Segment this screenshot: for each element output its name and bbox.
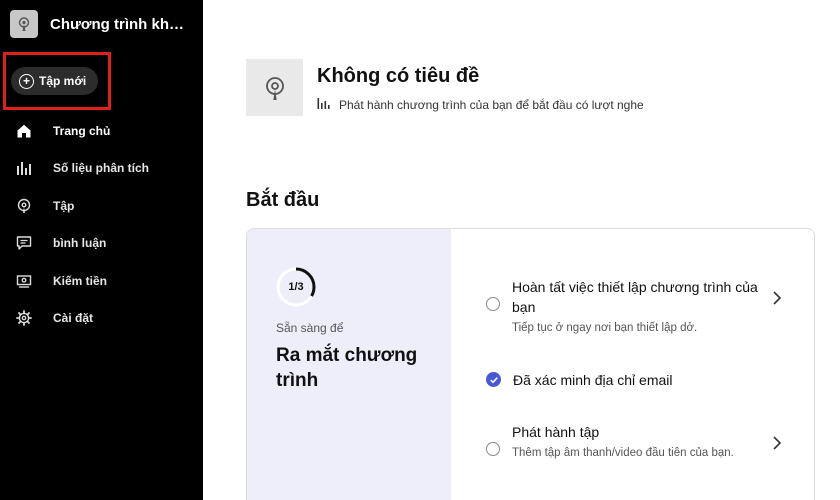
sidebar-item-analytics[interactable]: Số liệu phân tích [14,150,149,188]
section-title: Bắt đầu [246,189,320,211]
chevron-right-icon [770,290,784,306]
get-started-card: 1/3 Sẵn sàng để Ra mắt chương trình Hoàn… [246,228,815,500]
task-verify-email: Đã xác minh địa chỉ email [486,370,784,390]
money-icon [14,271,34,291]
launch-panel: 1/3 Sẵn sàng để Ra mắt chương trình [247,229,451,500]
task-publish-episode[interactable]: Phát hành tập Thêm tập âm thanh/video đầ… [486,422,784,462]
sidebar: Chương trình khôn... + Tập mới Trang chủ… [0,0,203,500]
plus-icon: + [19,73,34,89]
comment-icon [14,233,34,253]
chevron-right-icon [770,435,784,451]
sidebar-item-monetize[interactable]: Kiếm tiền [14,262,149,300]
ready-label: Sẵn sàng để [276,321,344,335]
task-finish-setup[interactable]: Hoàn tất việc thiết lập chương trình của… [486,277,784,337]
analytics-icon [14,158,34,178]
sidebar-item-home[interactable]: Trang chủ [14,112,149,150]
task-title: Hoàn tất việc thiết lập chương trình của… [512,279,758,315]
launch-title: Ra mắt chương trình [276,345,418,391]
sidebar-item-comments[interactable]: bình luận [14,225,149,263]
check-circle-icon [486,372,501,387]
progress-text: 1/3 [288,281,304,293]
task-desc: Tiếp tục ở ngay nơi bạn thiết lập dở. [512,322,698,334]
gear-icon [14,308,34,328]
sidebar-item-settings[interactable]: Cài đặt [14,300,149,338]
page-subtitle: Phát hành chương trình của bạn để bắt đầ… [317,96,644,113]
new-episode-button[interactable]: + Tập mới [11,67,99,95]
show-header[interactable]: Chương trình khôn... [10,10,190,38]
page-title: Không có tiêu đề [317,65,480,87]
show-title: Chương trình khôn... [50,15,190,33]
sidebar-item-label: Tập [53,198,75,213]
radio-unchecked-icon [486,442,500,456]
bar-chart-icon [317,96,331,113]
radio-unchecked-icon [486,297,500,311]
progress-ring: 1/3 [274,265,318,309]
sidebar-item-label: Kiếm tiền [53,273,108,288]
sidebar-item-episodes[interactable]: Tập [14,187,149,225]
main-content: Không có tiêu đề Phát hành chương trình … [203,0,840,500]
sidebar-item-label: Trang chủ [53,123,111,138]
task-title: Đã xác minh địa chỉ email [513,372,673,388]
task-desc: Thêm tập âm thanh/video đầu tiên của bạn… [512,447,734,459]
sidebar-item-label: bình luận [53,236,107,251]
podcast-thumbnail-icon [10,10,38,38]
sidebar-item-label: Cài đặt [53,311,94,326]
sidebar-nav: Trang chủ Số liệu phân tích Tập bình luậ… [14,112,149,337]
podcast-icon [14,196,34,216]
new-episode-label: Tập mới [39,74,87,88]
subtitle-text: Phát hành chương trình của bạn để bắt đầ… [339,97,644,112]
task-title: Phát hành tập [512,424,600,440]
home-icon [14,121,34,141]
sidebar-item-label: Số liệu phân tích [53,161,150,176]
show-cover-icon[interactable] [246,59,303,116]
